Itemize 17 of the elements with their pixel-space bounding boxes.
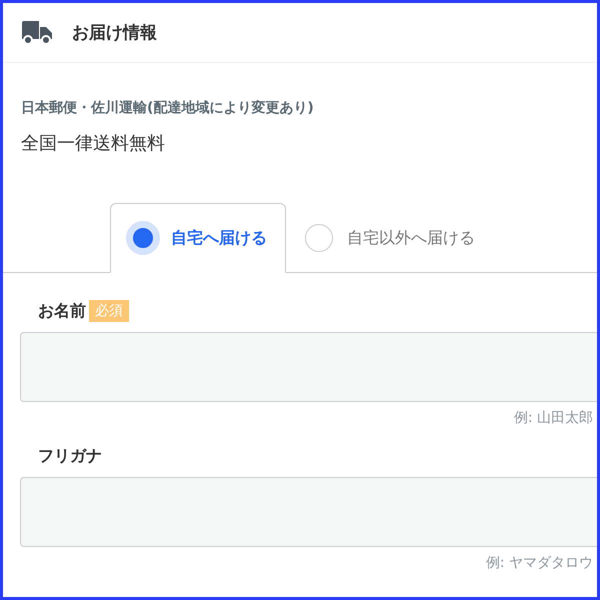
input-field[interactable] [20, 332, 597, 402]
radio-button[interactable] [126, 221, 160, 255]
delivery-tab[interactable]: 自宅以外へ届ける [286, 203, 494, 273]
example-hint: 例: 山田太郎 [512, 409, 594, 427]
field-label: お名前 [38, 300, 86, 322]
section-title: お届け情報 [72, 22, 157, 44]
input-field[interactable] [20, 477, 597, 547]
carrier-text: 日本郵便・佐川運輸(配達地域により変更あり) [21, 99, 315, 117]
field-label: フリガナ [38, 446, 102, 466]
delivery-tab[interactable]: 自宅へ届ける [110, 203, 286, 273]
example-hint: 例: ヤマダタロウ [484, 554, 594, 572]
radio-button[interactable] [305, 224, 333, 252]
tab-label: 自宅以外へ届ける [347, 228, 475, 248]
shipping-note: 全国一律送料無料 [21, 132, 166, 155]
truck-icon [22, 20, 52, 44]
tab-label: 自宅へ届ける [171, 228, 267, 248]
required-badge: 必須 [89, 300, 129, 322]
